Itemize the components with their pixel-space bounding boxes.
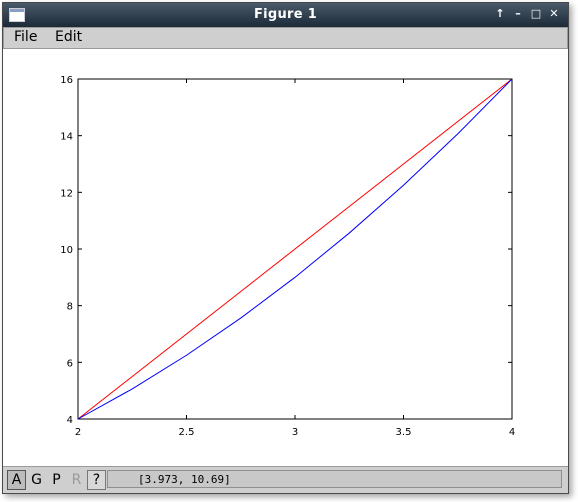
x-tick-label-3: 3.5 (396, 427, 412, 438)
menu-file[interactable]: File (14, 29, 37, 45)
y-tick-label-5: 14 (60, 132, 73, 143)
y-tick-label-6: 16 (60, 75, 73, 86)
menu-edit[interactable]: Edit (55, 29, 82, 45)
y-tick-label-3: 10 (60, 245, 73, 256)
help-button[interactable]: ? (87, 470, 106, 490)
raise-icon[interactable]: ↑ (492, 6, 508, 22)
figure-window: Figure 1 ↑ – □ ✕ File Edit 2 2.5 3 3.5 4 4 6 8 1… (2, 2, 569, 494)
mode-button-p[interactable]: P (47, 470, 66, 490)
cursor-coordinates: [3.973, 10.69] (107, 470, 562, 488)
y-tick-label-2: 8 (67, 302, 73, 313)
line-chart[interactable]: 2 2.5 3 3.5 4 4 6 8 10 12 14 16 (3, 49, 568, 466)
y-tick-label-0: 4 (67, 415, 73, 426)
plot-area[interactable]: 2 2.5 3 3.5 4 4 6 8 10 12 14 16 (3, 49, 568, 466)
maximize-icon[interactable]: □ (528, 6, 544, 22)
x-tick-label-2: 3 (292, 427, 298, 438)
mode-button-a[interactable]: A (7, 470, 26, 490)
mode-button-r[interactable]: R (67, 470, 86, 490)
x-tick-label-1: 2.5 (179, 427, 195, 438)
x-tick-label-0: 2 (75, 427, 81, 438)
mode-button-g[interactable]: G (27, 470, 46, 490)
y-tick-label-1: 6 (67, 358, 73, 369)
y-tick-label-4: 12 (60, 188, 73, 199)
window-title: Figure 1 (253, 7, 318, 22)
x-tick-label-4: 4 (509, 427, 515, 438)
menu-bar: File Edit (3, 27, 568, 49)
status-bar: A G P R ? [3.973, 10.69] (3, 466, 568, 493)
title-bar[interactable]: Figure 1 ↑ – □ ✕ (3, 3, 568, 27)
close-icon[interactable]: ✕ (546, 6, 562, 22)
minimize-icon[interactable]: – (510, 6, 526, 22)
